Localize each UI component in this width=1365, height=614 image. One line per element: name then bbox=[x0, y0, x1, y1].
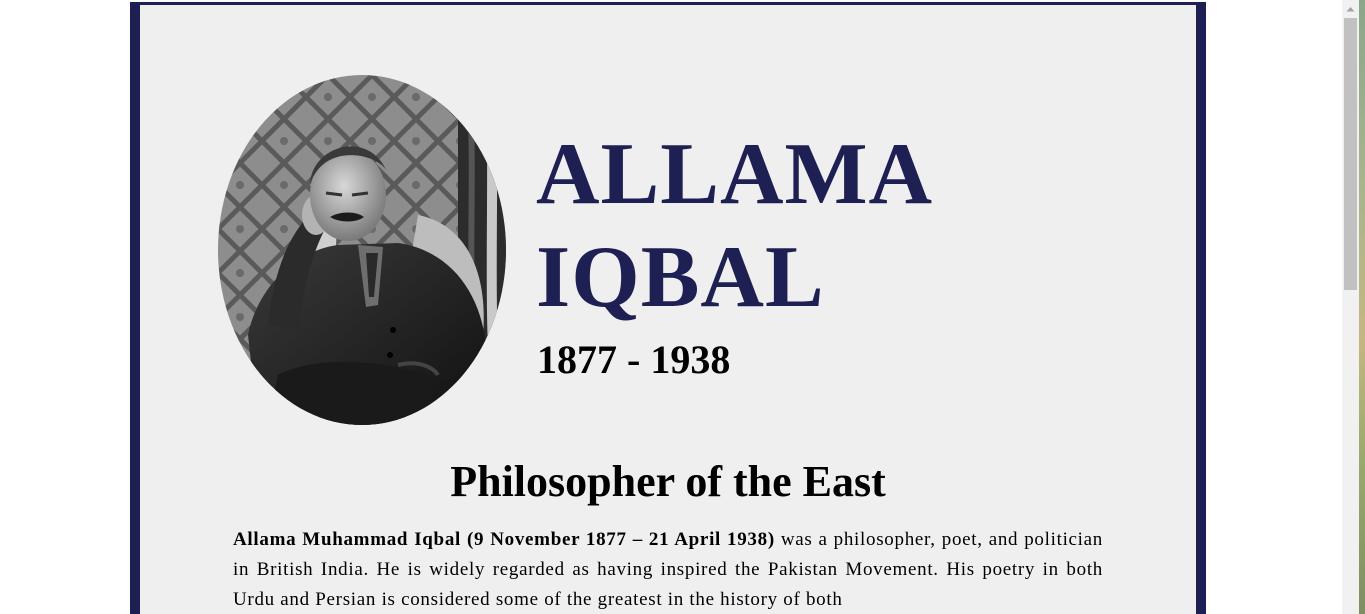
page-frame: ALLAMA IQBAL 1877 - 1938 Philosopher of … bbox=[130, 2, 1206, 614]
title-line-2: IQBAL bbox=[536, 229, 825, 326]
portrait-image bbox=[218, 75, 506, 425]
lifespan-years: 1877 - 1938 bbox=[537, 337, 731, 382]
bio-lead-text: Allama Muhammad Iqbal (9 November 1877 –… bbox=[233, 529, 775, 550]
title-line-1: ALLAMA bbox=[536, 126, 934, 223]
page-content: ALLAMA IQBAL 1877 - 1938 Philosopher of … bbox=[140, 5, 1196, 614]
vertical-scrollbar[interactable] bbox=[1342, 0, 1359, 614]
page-title: ALLAMA IQBAL bbox=[536, 123, 933, 329]
section-heading: Philosopher of the East bbox=[450, 457, 886, 506]
browser-viewport: ALLAMA IQBAL 1877 - 1938 Philosopher of … bbox=[0, 0, 1342, 614]
scroll-up-arrow-icon[interactable] bbox=[1342, 0, 1359, 17]
biography-paragraph: Allama Muhammad Iqbal (9 November 1877 –… bbox=[233, 525, 1103, 614]
portrait-photo-icon bbox=[218, 75, 506, 425]
scroll-thumb[interactable] bbox=[1344, 18, 1357, 290]
desktop-background-edge bbox=[1359, 0, 1365, 614]
